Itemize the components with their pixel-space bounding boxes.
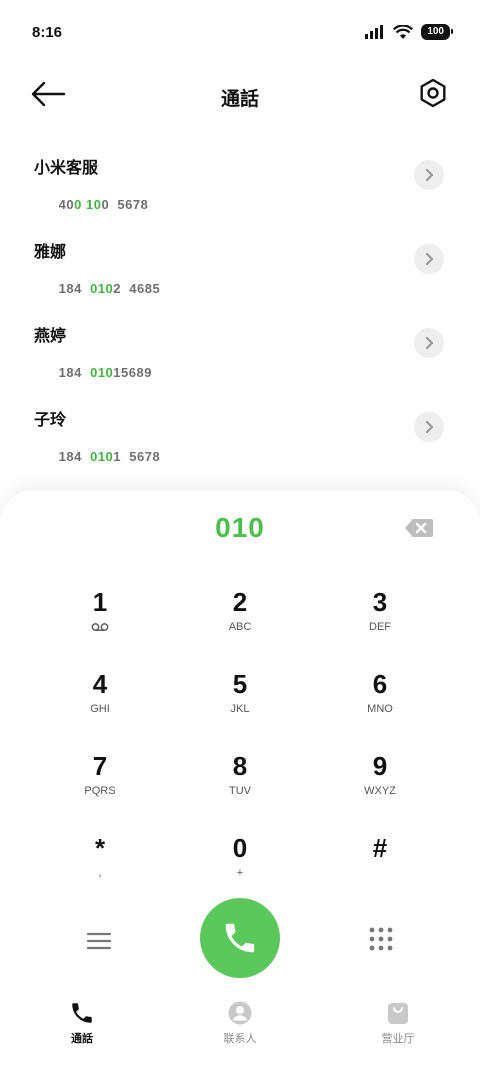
battery-icon: 100 (421, 24, 453, 40)
header: 通話 (0, 66, 480, 124)
page-title: 通話 (220, 89, 259, 110)
contact-number: 400 100 5678 (58, 197, 149, 212)
chevron-right-icon (425, 337, 434, 349)
keypad-grid-icon[interactable] (368, 926, 394, 952)
contact-row[interactable]: 小米客服 400 100 5678 (0, 140, 480, 224)
tab-label: 营业厅 (381, 1033, 415, 1045)
phone-icon (72, 1003, 92, 1023)
status-time: 8:16 (32, 24, 63, 41)
key-8[interactable]: 8 TUV (170, 750, 310, 830)
contact-row[interactable]: 雅娜 184 0102 4685 (0, 224, 480, 308)
status-icons: 100 (365, 24, 453, 40)
key-3[interactable]: 3 DEF (310, 586, 450, 666)
contact-row[interactable]: 子玲 184 0101 5678 (0, 392, 480, 476)
tab-label: 联系人 (223, 1033, 257, 1045)
voicemail-icon (91, 623, 109, 631)
contact-row[interactable]: 燕婷 184 01015689 (0, 308, 480, 392)
phone-icon (225, 923, 255, 953)
contact-detail-button[interactable] (414, 160, 444, 190)
contact-name: 子玲 (34, 412, 67, 429)
tab-store[interactable]: 营业厅 (318, 1000, 478, 1046)
bottom-navigation: 通話 联系人 营业厅 (0, 990, 480, 1067)
call-button[interactable] (200, 898, 280, 978)
contact-number: 184 0102 4685 (58, 281, 161, 296)
status-bar: 8:16 100 (0, 0, 480, 66)
key-1[interactable]: 1 (30, 586, 170, 666)
key-7[interactable]: 7 PQRS (30, 750, 170, 830)
contact-number: 184 0101 5678 (58, 449, 161, 464)
contact-suggestion-list: 小米客服 400 100 5678 雅娜 184 0102 4685 燕婷 18… (0, 140, 480, 476)
key-5[interactable]: 5 JKL (170, 668, 310, 748)
key-6[interactable]: 6 MNO (310, 668, 450, 748)
settings-hexagon-icon[interactable] (418, 78, 448, 108)
dialpad-action-row (0, 898, 480, 982)
tab-contacts[interactable]: 联系人 (160, 1000, 320, 1046)
key-2[interactable]: 2 ABC (170, 586, 310, 666)
store-bag-icon (388, 1003, 408, 1024)
backspace-icon[interactable] (404, 518, 434, 538)
chevron-right-icon (425, 169, 434, 181)
contact-number: 184 01015689 (58, 365, 152, 380)
menu-icon[interactable] (86, 928, 112, 954)
signal-icon (365, 25, 384, 39)
tab-calls[interactable]: 通話 (2, 1000, 162, 1046)
contact-name: 雅娜 (34, 244, 67, 261)
contacts-icon (228, 1001, 252, 1025)
contact-name: 小米客服 (34, 160, 99, 177)
key-4[interactable]: 4 GHI (30, 668, 170, 748)
contact-detail-button[interactable] (414, 412, 444, 442)
key-9[interactable]: 9 WXYZ (310, 750, 450, 830)
chevron-right-icon (425, 253, 434, 265)
tab-label: 通話 (71, 1033, 93, 1045)
chevron-right-icon (425, 421, 434, 433)
dialpad-panel: 010 1 2 ABC 3 DEF 4 GHI 5 JKL 6 MNO 7 PQ… (0, 490, 480, 1067)
contact-detail-button[interactable] (414, 328, 444, 358)
contact-detail-button[interactable] (414, 244, 444, 274)
wifi-icon (393, 24, 414, 39)
contact-name: 燕婷 (34, 328, 67, 345)
